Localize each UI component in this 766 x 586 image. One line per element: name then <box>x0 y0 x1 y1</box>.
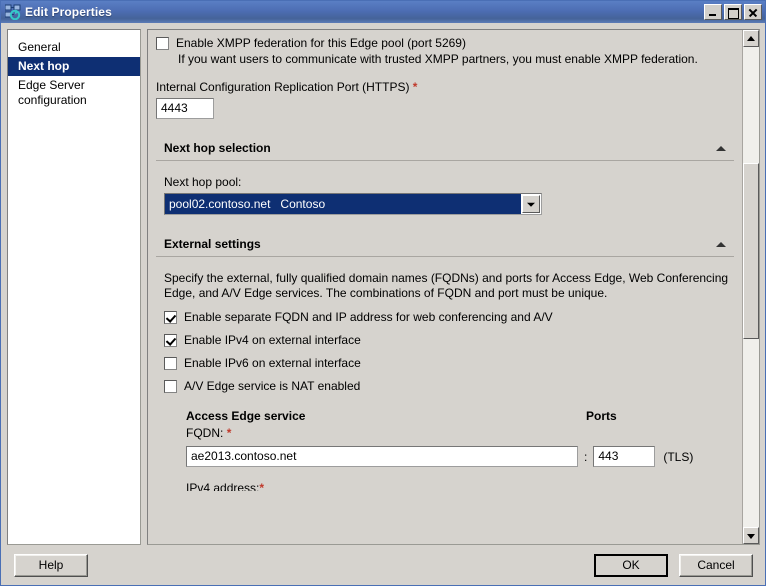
next-hop-pool-value: pool02.contoso.net Contoso <box>165 194 521 214</box>
access-edge-header-row: Access Edge service Ports <box>164 409 734 423</box>
next-hop-section-title: Next hop selection <box>164 141 271 155</box>
ok-button[interactable]: OK <box>594 553 668 577</box>
external-settings-description: Specify the external, fully qualified do… <box>164 271 729 300</box>
access-edge-port-input[interactable]: 443 <box>593 446 656 467</box>
chevron-down-icon[interactable] <box>522 195 540 213</box>
next-hop-pool-label: Next hop pool: <box>164 175 242 189</box>
scroll-down-arrow-icon <box>747 533 755 539</box>
scroll-down-button[interactable] <box>743 527 759 544</box>
dialog-footer: Help OK Cancel <box>1 545 765 585</box>
av-nat-checkbox[interactable] <box>164 380 177 393</box>
sidebar-item-general[interactable]: General <box>8 38 140 57</box>
enable-ipv6-checkbox[interactable] <box>164 357 177 370</box>
access-edge-service-title: Access Edge service <box>186 409 306 423</box>
xmpp-federation-note: If you want users to communicate with tr… <box>178 52 698 66</box>
scrollbar-thumb[interactable] <box>743 163 759 339</box>
scrollbar-track[interactable] <box>743 47 759 527</box>
xmpp-federation-row: Enable XMPP federation for this Edge poo… <box>156 36 734 50</box>
scroll-up-button[interactable] <box>743 30 759 47</box>
access-edge-fqdn-row: ae2013.contoso.net : 443 (TLS) <box>164 442 734 467</box>
clipped-ipv4-required-marker: * <box>259 481 265 491</box>
replication-port-label: Internal Configuration Replication Port … <box>156 80 734 94</box>
settings-scroll-panel: If you want users to communicate with tr… <box>147 29 760 545</box>
av-nat-row: A/V Edge service is NAT enabled <box>164 379 734 393</box>
av-nat-label: A/V Edge service is NAT enabled <box>184 379 361 393</box>
external-settings-section-header[interactable]: External settings <box>156 237 734 257</box>
clipped-ipv4-address-text: IPv4 address: <box>186 481 260 491</box>
enable-ipv6-label: Enable IPv6 on external interface <box>184 356 361 370</box>
chevron-up-icon[interactable] <box>716 241 726 247</box>
next-hop-section-header[interactable]: Next hop selection <box>156 141 734 161</box>
server-replication-icon <box>4 4 21 21</box>
replication-port-input[interactable]: 4443 <box>156 98 214 119</box>
edit-properties-dialog: Edit Properties General Next hop Edge Se… <box>0 0 766 586</box>
xmpp-federation-checkbox[interactable] <box>156 37 169 50</box>
navigation-sidebar: General Next hop Edge Server configurati… <box>7 29 141 545</box>
external-settings-section-body: Specify the external, fully qualified do… <box>156 271 734 491</box>
next-hop-pool-dropdown[interactable]: pool02.contoso.net Contoso <box>164 193 542 215</box>
footer-action-buttons: OK Cancel <box>594 553 753 577</box>
cancel-button[interactable]: Cancel <box>679 553 753 577</box>
close-button[interactable] <box>744 4 762 20</box>
sidebar-item-edge-server-configuration[interactable]: Edge Server configuration <box>8 76 140 110</box>
vertical-scrollbar[interactable] <box>742 30 759 544</box>
minimize-button[interactable] <box>704 4 722 20</box>
external-settings-section-title: External settings <box>164 237 261 251</box>
dialog-body: General Next hop Edge Server configurati… <box>1 23 765 545</box>
clipped-ipv4-address-label: IPv4 address:* <box>164 481 734 491</box>
enable-ipv4-checkbox[interactable] <box>164 334 177 347</box>
separate-fqdn-label: Enable separate FQDN and IP address for … <box>184 310 553 324</box>
separate-fqdn-row: Enable separate FQDN and IP address for … <box>164 310 734 324</box>
xmpp-federation-label: Enable XMPP federation for this Edge poo… <box>176 36 466 50</box>
settings-content: If you want users to communicate with tr… <box>148 30 742 544</box>
replication-port-label-text: Internal Configuration Replication Port … <box>156 80 410 94</box>
access-edge-fqdn-label-text: FQDN: <box>186 426 224 440</box>
window-title: Edit Properties <box>25 5 112 19</box>
replication-port-required-marker: * <box>412 80 418 94</box>
enable-ipv4-label: Enable IPv4 on external interface <box>184 333 361 347</box>
sidebar-item-next-hop[interactable]: Next hop <box>8 57 140 76</box>
title-bar: Edit Properties <box>1 1 765 23</box>
scroll-up-arrow-icon <box>747 35 755 41</box>
access-edge-fqdn-label: FQDN: * <box>164 426 734 440</box>
chevron-up-icon[interactable] <box>716 145 726 151</box>
ports-column-header: Ports <box>586 409 617 423</box>
help-button[interactable]: Help <box>14 553 88 577</box>
maximize-button[interactable] <box>724 4 742 20</box>
separate-fqdn-checkbox[interactable] <box>164 311 177 324</box>
fqdn-port-separator: : <box>584 449 588 464</box>
window-controls <box>704 4 762 20</box>
enable-ipv4-row: Enable IPv4 on external interface <box>164 333 734 347</box>
access-edge-port-protocol: (TLS) <box>663 449 694 464</box>
access-edge-fqdn-input[interactable]: ae2013.contoso.net <box>186 446 578 467</box>
enable-ipv6-row: Enable IPv6 on external interface <box>164 356 734 370</box>
next-hop-section-body: Next hop pool: pool02.contoso.net Contos… <box>156 175 734 215</box>
access-edge-fqdn-required-marker: * <box>226 426 232 440</box>
